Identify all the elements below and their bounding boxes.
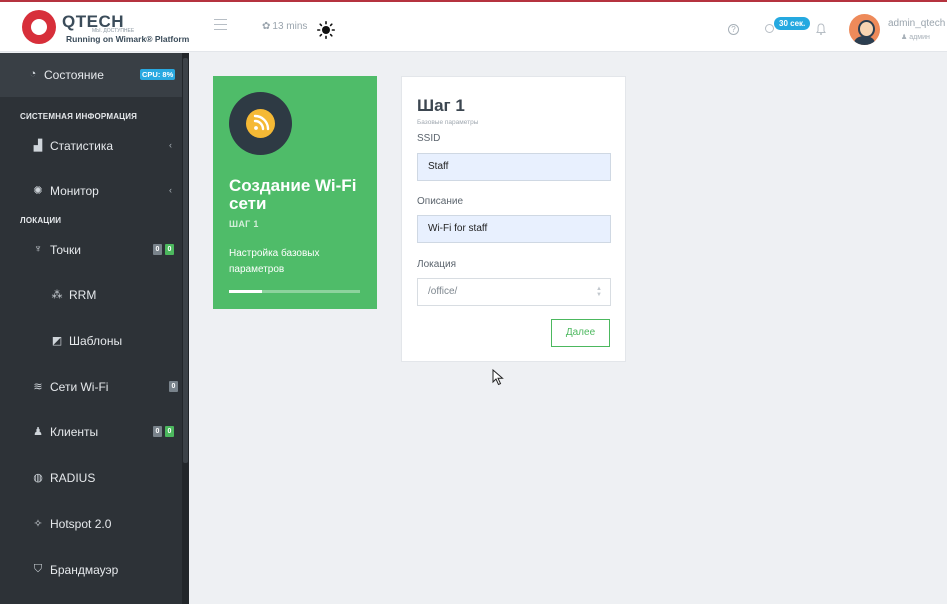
- wizard-description: Настройка базовых параметров: [229, 248, 320, 275]
- sidebar-item-label: Брандмауэр: [50, 563, 119, 577]
- chevron-left-icon: ‹: [169, 140, 172, 150]
- rrm-icon: ⁂: [51, 289, 63, 301]
- cpu-badge: CPU: 8%: [140, 69, 176, 80]
- wizard-progress-fill: [229, 290, 262, 293]
- sidebar-item-templates[interactable]: ◩ Шаблоны: [0, 319, 182, 363]
- wizard-progress-bar: [229, 290, 360, 293]
- wifi-icon: ≋: [33, 381, 43, 393]
- sidebar-item-label: Клиенты: [50, 425, 99, 439]
- logo-tagline: Running on Wimark® Platform: [66, 34, 190, 44]
- sidebar-item-statistics[interactable]: ▟ Статистика ‹: [0, 124, 182, 168]
- wizard-info-card: Создание Wi-Fi сети ШАГ 1 Настройка базо…: [213, 76, 377, 309]
- clients-count-online: 0: [165, 426, 174, 437]
- refresh-interval[interactable]: ✿ 13 mins: [262, 21, 307, 32]
- bell-icon[interactable]: [816, 23, 826, 35]
- shield-icon: ⛉: [33, 563, 43, 575]
- points-count-offline: 0: [153, 244, 162, 255]
- form-step-subtitle: Базовые параметры: [417, 119, 479, 126]
- dashboard-icon: ◔: [29, 68, 37, 80]
- bar-chart-icon: ▟: [33, 140, 43, 152]
- sidebar-item-label: Сети Wi-Fi: [50, 380, 109, 394]
- access-point-icon: ♆: [33, 243, 43, 255]
- sidebar-item-label: Hotspot 2.0: [50, 517, 112, 531]
- logo-mark-icon: [22, 10, 56, 44]
- mouse-cursor-icon: [492, 369, 504, 386]
- sidebar-item-points[interactable]: ♆ Точки 0 0: [0, 228, 182, 272]
- location-select-value: /office/: [428, 286, 458, 297]
- sidebar-item-clients[interactable]: ♟ Клиенты 0 0: [0, 410, 182, 454]
- alarm-icon: ✺: [33, 185, 43, 197]
- user-name[interactable]: admin_qtech: [888, 18, 945, 29]
- sidebar-item-hotspot[interactable]: ✧ Hotspot 2.0: [0, 502, 182, 546]
- next-button[interactable]: Далее: [551, 319, 610, 347]
- globe-icon: ◍: [33, 472, 43, 484]
- description-input[interactable]: Wi-Fi for staff: [417, 215, 611, 243]
- refresh-interval-label: 13 mins: [272, 21, 308, 32]
- timer-icon: [765, 24, 774, 33]
- sidebar-item-rrm[interactable]: ⁂ RRM: [0, 273, 182, 317]
- gear-icon: ✿: [262, 21, 271, 32]
- section-system-info: СИСТЕМНАЯ ИНФОРМАЦИЯ: [20, 112, 138, 121]
- ssid-input[interactable]: Staff: [417, 153, 611, 181]
- hotspot-icon: ✧: [33, 518, 43, 530]
- location-label: Локация: [417, 259, 457, 270]
- sidebar-item-label: RADIUS: [50, 471, 96, 485]
- wizard-form-card: Шаг 1 Базовые параметры SSID Staff Описа…: [401, 76, 626, 362]
- help-icon[interactable]: ?: [728, 24, 739, 35]
- sidebar: ◔ Состояние CPU: 8% СИСТЕМНАЯ ИНФОРМАЦИЯ…: [0, 53, 189, 604]
- sidebar-item-label: RRM: [69, 288, 97, 302]
- section-locations: ЛОКАЦИИ: [20, 216, 62, 225]
- select-arrows-icon: ▲ ▼: [596, 286, 602, 298]
- form-step-title: Шаг 1: [417, 96, 465, 115]
- sidebar-item-label: Статистика: [50, 139, 114, 153]
- user-icon: ♟: [33, 426, 43, 438]
- sidebar-item-label: Точки: [50, 243, 82, 257]
- user-role: админ: [901, 33, 930, 41]
- clients-count-offline: 0: [153, 426, 162, 437]
- sidebar-item-label: Состояние: [44, 68, 104, 82]
- wifi-icon-inner: [246, 109, 275, 138]
- top-bar: QTECH МЫ. ДОСТУПНЕЕ Running on Wimark® P…: [0, 0, 947, 52]
- location-select[interactable]: /office/ ▲ ▼: [417, 278, 611, 306]
- wizard-wifi-badge: [229, 92, 292, 155]
- sidebar-item-monitor[interactable]: ✺ Монитор ‹: [0, 169, 182, 213]
- sidebar-item-firewall[interactable]: ⛉ Брандмауэр: [0, 548, 182, 592]
- sidebar-item-radius[interactable]: ◍ RADIUS: [0, 456, 182, 500]
- avatar[interactable]: [849, 14, 880, 45]
- sidebar-item-label: Шаблоны: [69, 334, 123, 348]
- points-count-online: 0: [165, 244, 174, 255]
- templates-icon: ◩: [51, 335, 63, 347]
- menu-toggle-icon[interactable]: [214, 19, 227, 30]
- wizard-step-label: ШАГ 1: [229, 219, 259, 229]
- sun-icon[interactable]: [317, 21, 335, 39]
- wifi-networks-count: 0: [169, 381, 178, 392]
- sidebar-item-status[interactable]: ◔ Состояние CPU: 8%: [0, 53, 182, 97]
- sidebar-item-wifi-networks[interactable]: ≋ Сети Wi-Fi 0: [0, 365, 182, 409]
- timer-badge: 30 сек.: [774, 17, 811, 30]
- wizard-title: Создание Wi-Fi сети: [229, 176, 357, 213]
- sidebar-scrollbar[interactable]: [182, 53, 189, 604]
- qtech-logo[interactable]: QTECH МЫ. ДОСТУПНЕЕ Running on Wimark® P…: [22, 8, 190, 48]
- ssid-label: SSID: [417, 133, 441, 144]
- wifi-signal-icon: [253, 114, 270, 131]
- sidebar-item-label: Монитор: [50, 184, 99, 198]
- description-label: Описание: [417, 196, 464, 207]
- chevron-left-icon: ‹: [169, 185, 172, 195]
